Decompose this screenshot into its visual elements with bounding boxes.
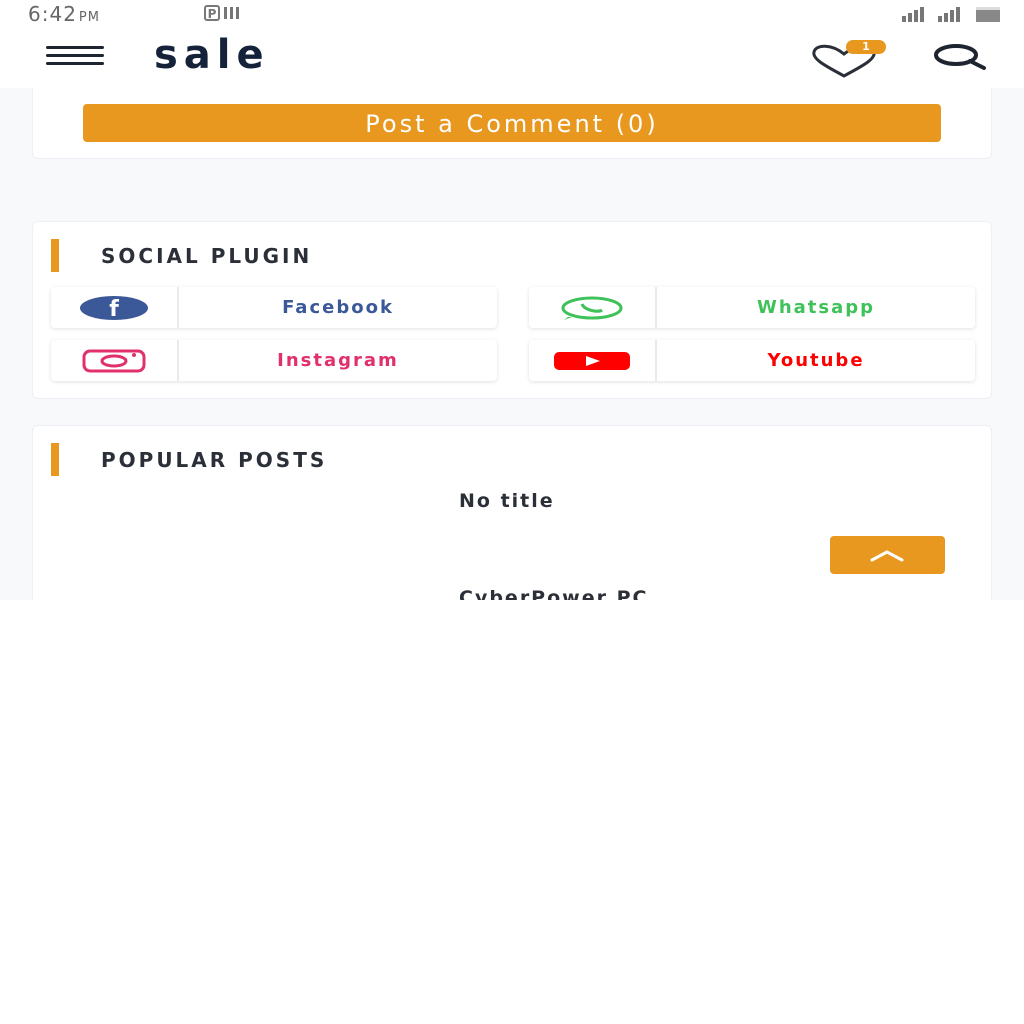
signal-strength-icon (902, 7, 924, 22)
social-plugin-widget: SOCIAL PLUGIN f Facebook Whatsapp Instag… (32, 221, 992, 399)
widget-accent-bar (51, 239, 59, 272)
svg-text:f: f (109, 297, 119, 320)
chevron-up-icon (870, 550, 904, 562)
popular-post-title[interactable]: No title (459, 490, 555, 512)
clock-time: 6:42 (28, 2, 77, 26)
whatsapp-icon (561, 296, 623, 320)
hamburger-menu-icon[interactable] (46, 46, 104, 68)
clock-ampm: PM (78, 10, 100, 25)
youtube-icon (554, 351, 630, 370)
youtube-button[interactable]: Youtube (529, 340, 975, 381)
status-time: 6:42 PM (28, 2, 100, 26)
wishlist-count-badge: 1 (846, 40, 886, 54)
instagram-label: Instagram (277, 350, 399, 371)
site-title[interactable]: sale (154, 32, 270, 78)
status-indicators (902, 4, 1000, 22)
widget-title: SOCIAL PLUGIN (101, 244, 313, 268)
signal-strength-icon (938, 7, 960, 22)
whatsapp-button[interactable]: Whatsapp (529, 287, 975, 328)
post-comment-button[interactable]: Post a Comment (0) (83, 104, 941, 142)
search-icon[interactable] (930, 42, 990, 72)
instagram-button[interactable]: Instagram (51, 340, 497, 381)
battery-icon (976, 7, 1000, 22)
status-bar: 6:42 PM P (0, 0, 1024, 26)
popular-post-title[interactable]: CyberPower PC (459, 587, 648, 600)
facebook-label: Facebook (282, 297, 394, 318)
app-header: sale 1 (0, 26, 1024, 88)
facebook-icon: f (80, 295, 148, 320)
back-to-top-button[interactable] (830, 536, 945, 574)
facebook-button[interactable]: f Facebook (51, 287, 497, 328)
instagram-icon (82, 349, 146, 372)
wishlist-button[interactable]: 1 (810, 40, 894, 80)
widget-accent-bar (51, 443, 59, 476)
svg-text:P: P (208, 7, 217, 21)
notification-icon: P (204, 5, 239, 21)
whatsapp-label: Whatsapp (756, 297, 876, 318)
widget-title: POPULAR POSTS (101, 448, 328, 472)
youtube-label: Youtube (767, 350, 865, 371)
app-screen: Post a Comment (0) SOCIAL PLUGIN f Faceb… (0, 0, 1024, 600)
